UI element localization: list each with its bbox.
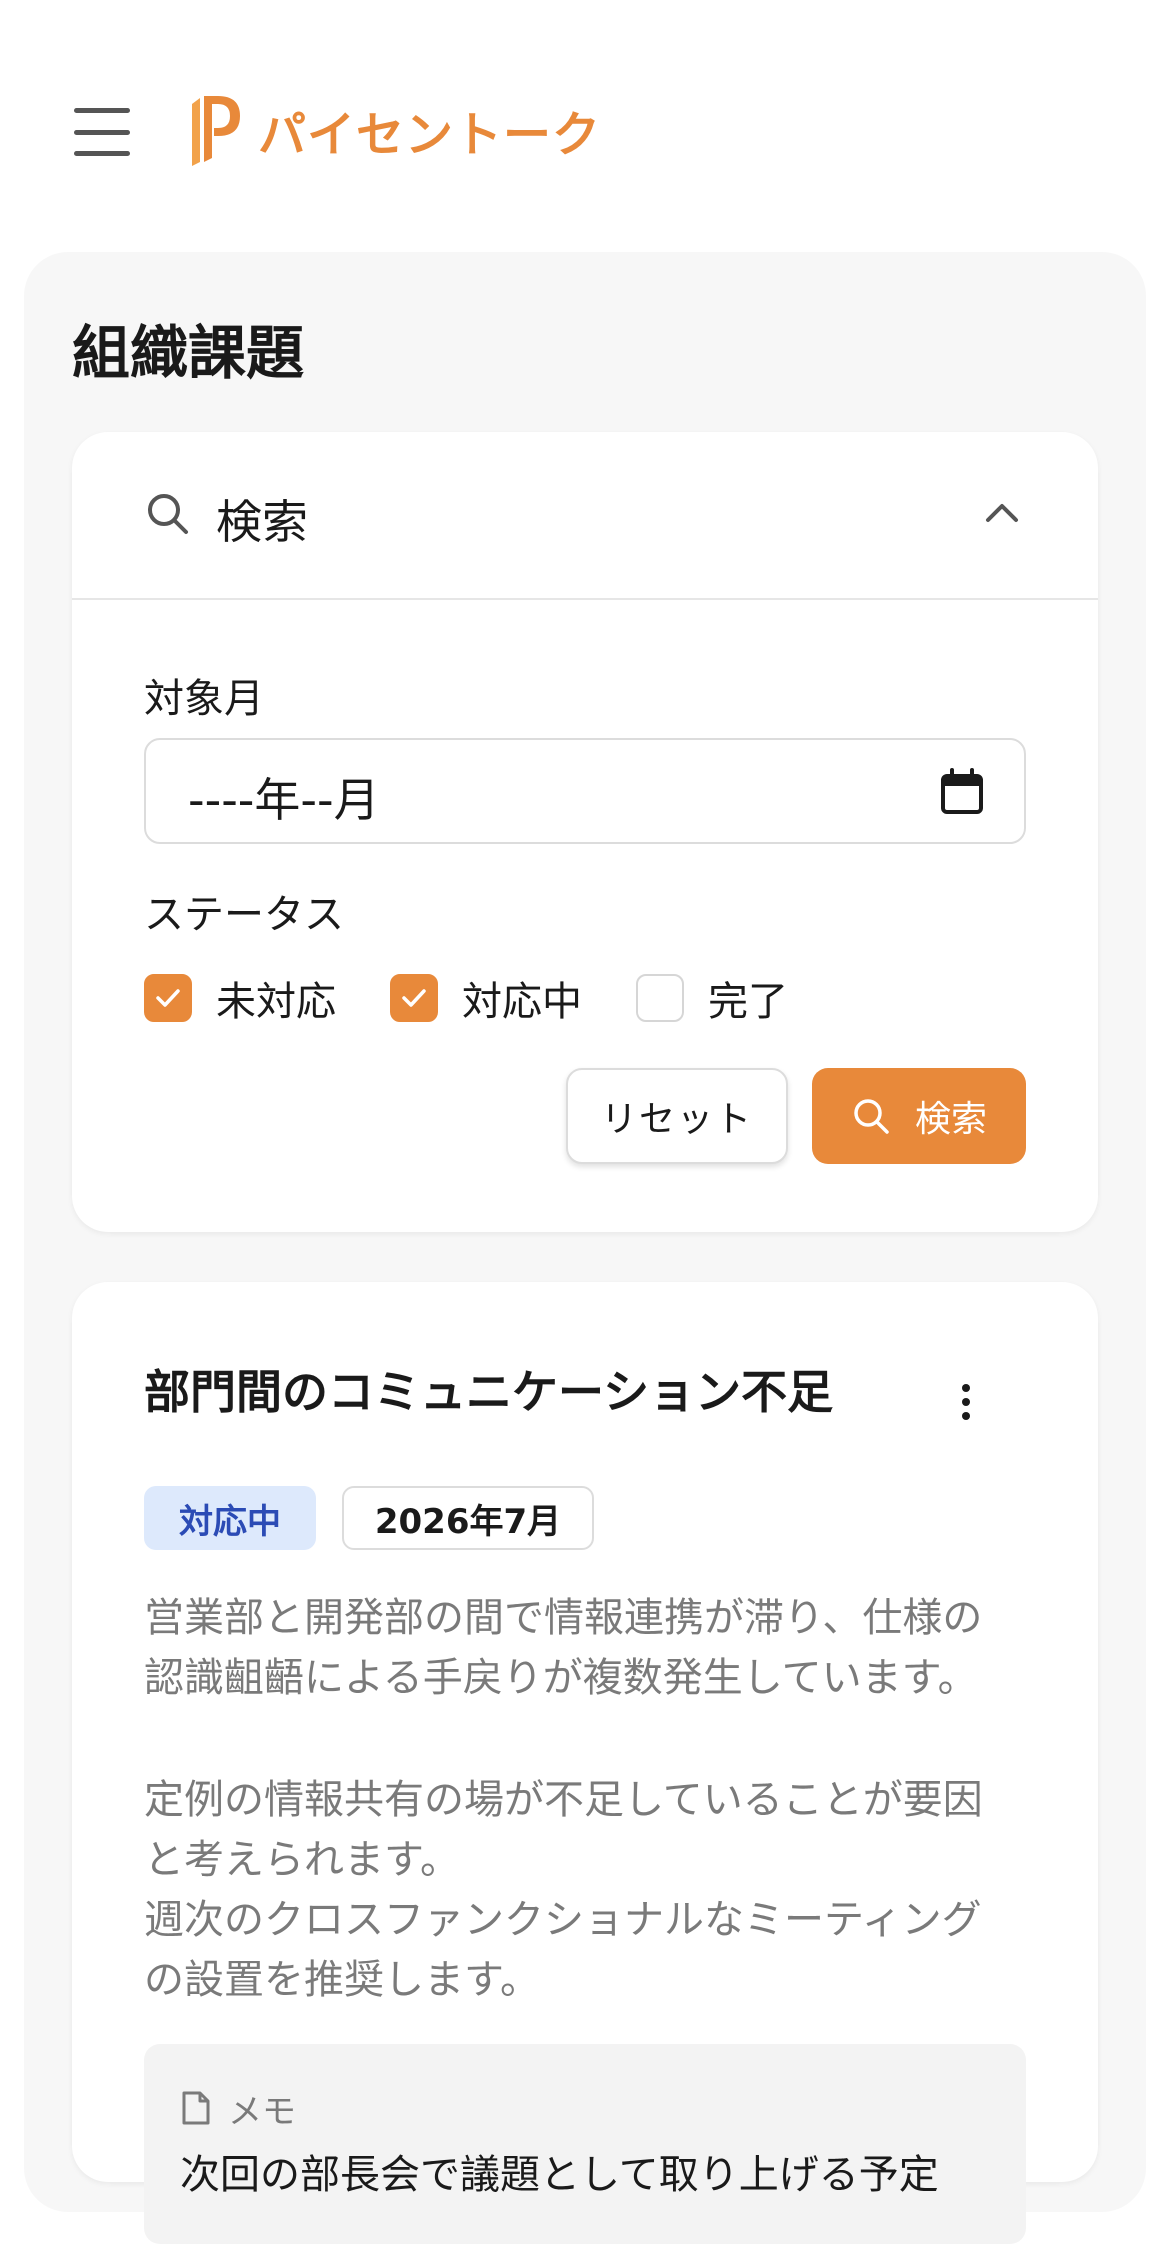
issue-description: 営業部と開発部の間で情報連携が滞り、仕様の 認識齟齬による手戻りが複数発生してい… [144,1588,1034,1708]
issue-card[interactable]: 部門間のコミュニケーション不足 対応中 2026年7月 営業部と開発部の間で情報… [72,1282,1098,2244]
status-checkbox-in-progress[interactable]: 対応中 [390,969,582,1027]
logo-mark-icon [192,96,240,166]
issue-description: 定例の情報共有の場が不足していることが要因 と考えられます。 週次のクロスファン… [144,1770,1034,2010]
memo-label: メモ [228,2092,296,2132]
status-checkbox-group: 未対応 対応中 完了 [144,968,842,1028]
reset-button[interactable]: リセット [566,1068,788,1164]
checkbox-unchecked[interactable] [636,974,684,1022]
checkbox-checked[interactable] [144,974,192,1022]
brand-name: パイセントーク [258,107,602,163]
description-line: 定例の情報共有の場が不足していることが要因 [144,1777,983,1823]
status-checkbox-unhandled[interactable]: 未対応 [144,969,336,1027]
search-title: 検索 [216,495,308,549]
memo-text: 次回の部長会で議題として取り上げる予定 [180,2152,939,2198]
hamburger-menu-icon[interactable] [74,108,130,156]
brand-logo[interactable]: パイセントーク [188,94,601,166]
more-options-icon[interactable] [956,1382,976,1422]
page-title: 組織課題 [72,319,305,387]
app-header: パイセントーク [0,0,1170,252]
checkbox-label: 完了 [708,979,788,1025]
search-card: 検索 対象月 ----年--月 ステータス 未対応 対応中 完了 リセット 検索 [72,432,1098,1232]
month-input[interactable]: ----年--月 [144,738,1026,844]
description-line: の設置を推奨します。 [144,1957,540,2003]
month-input-value: ----年--月 [188,773,380,827]
memo-box: メモ 次回の部長会で議題として取り上げる予定 [144,2044,1026,2244]
check-icon [402,989,426,1007]
search-button[interactable]: 検索 [812,1068,1026,1164]
search-button-label: 検索 [914,1099,987,1140]
search-icon [854,1099,889,1134]
status-badge: 対応中 [144,1486,316,1550]
checkbox-label: 未対応 [216,979,336,1025]
checkbox-label: 対応中 [462,979,582,1025]
chevron-up-icon [986,504,1018,522]
menu-bar [74,129,130,135]
description-line: と考えられます。 [144,1837,460,1883]
search-icon [148,494,188,534]
status-label: ステータス [144,892,344,938]
menu-bar [74,151,130,156]
issue-title: 部門間のコミュニケーション不足 [144,1365,834,1419]
calendar-icon[interactable] [940,768,984,816]
month-badge: 2026年7月 [342,1486,594,1550]
search-toggle[interactable]: 検索 [72,432,1098,600]
status-checkbox-done[interactable]: 完了 [636,969,788,1027]
description-line: 週次のクロスファンクショナルなミーティング [144,1897,982,1943]
check-icon [156,989,180,1007]
month-label: 対象月 [144,676,264,722]
document-icon [182,2091,210,2125]
menu-bar [74,108,130,113]
description-line: 営業部と開発部の間で情報連携が滞り、仕様の [144,1595,983,1641]
checkbox-checked[interactable] [390,974,438,1022]
description-line: 認識齟齬による手戻りが複数発生しています。 [144,1655,978,1701]
